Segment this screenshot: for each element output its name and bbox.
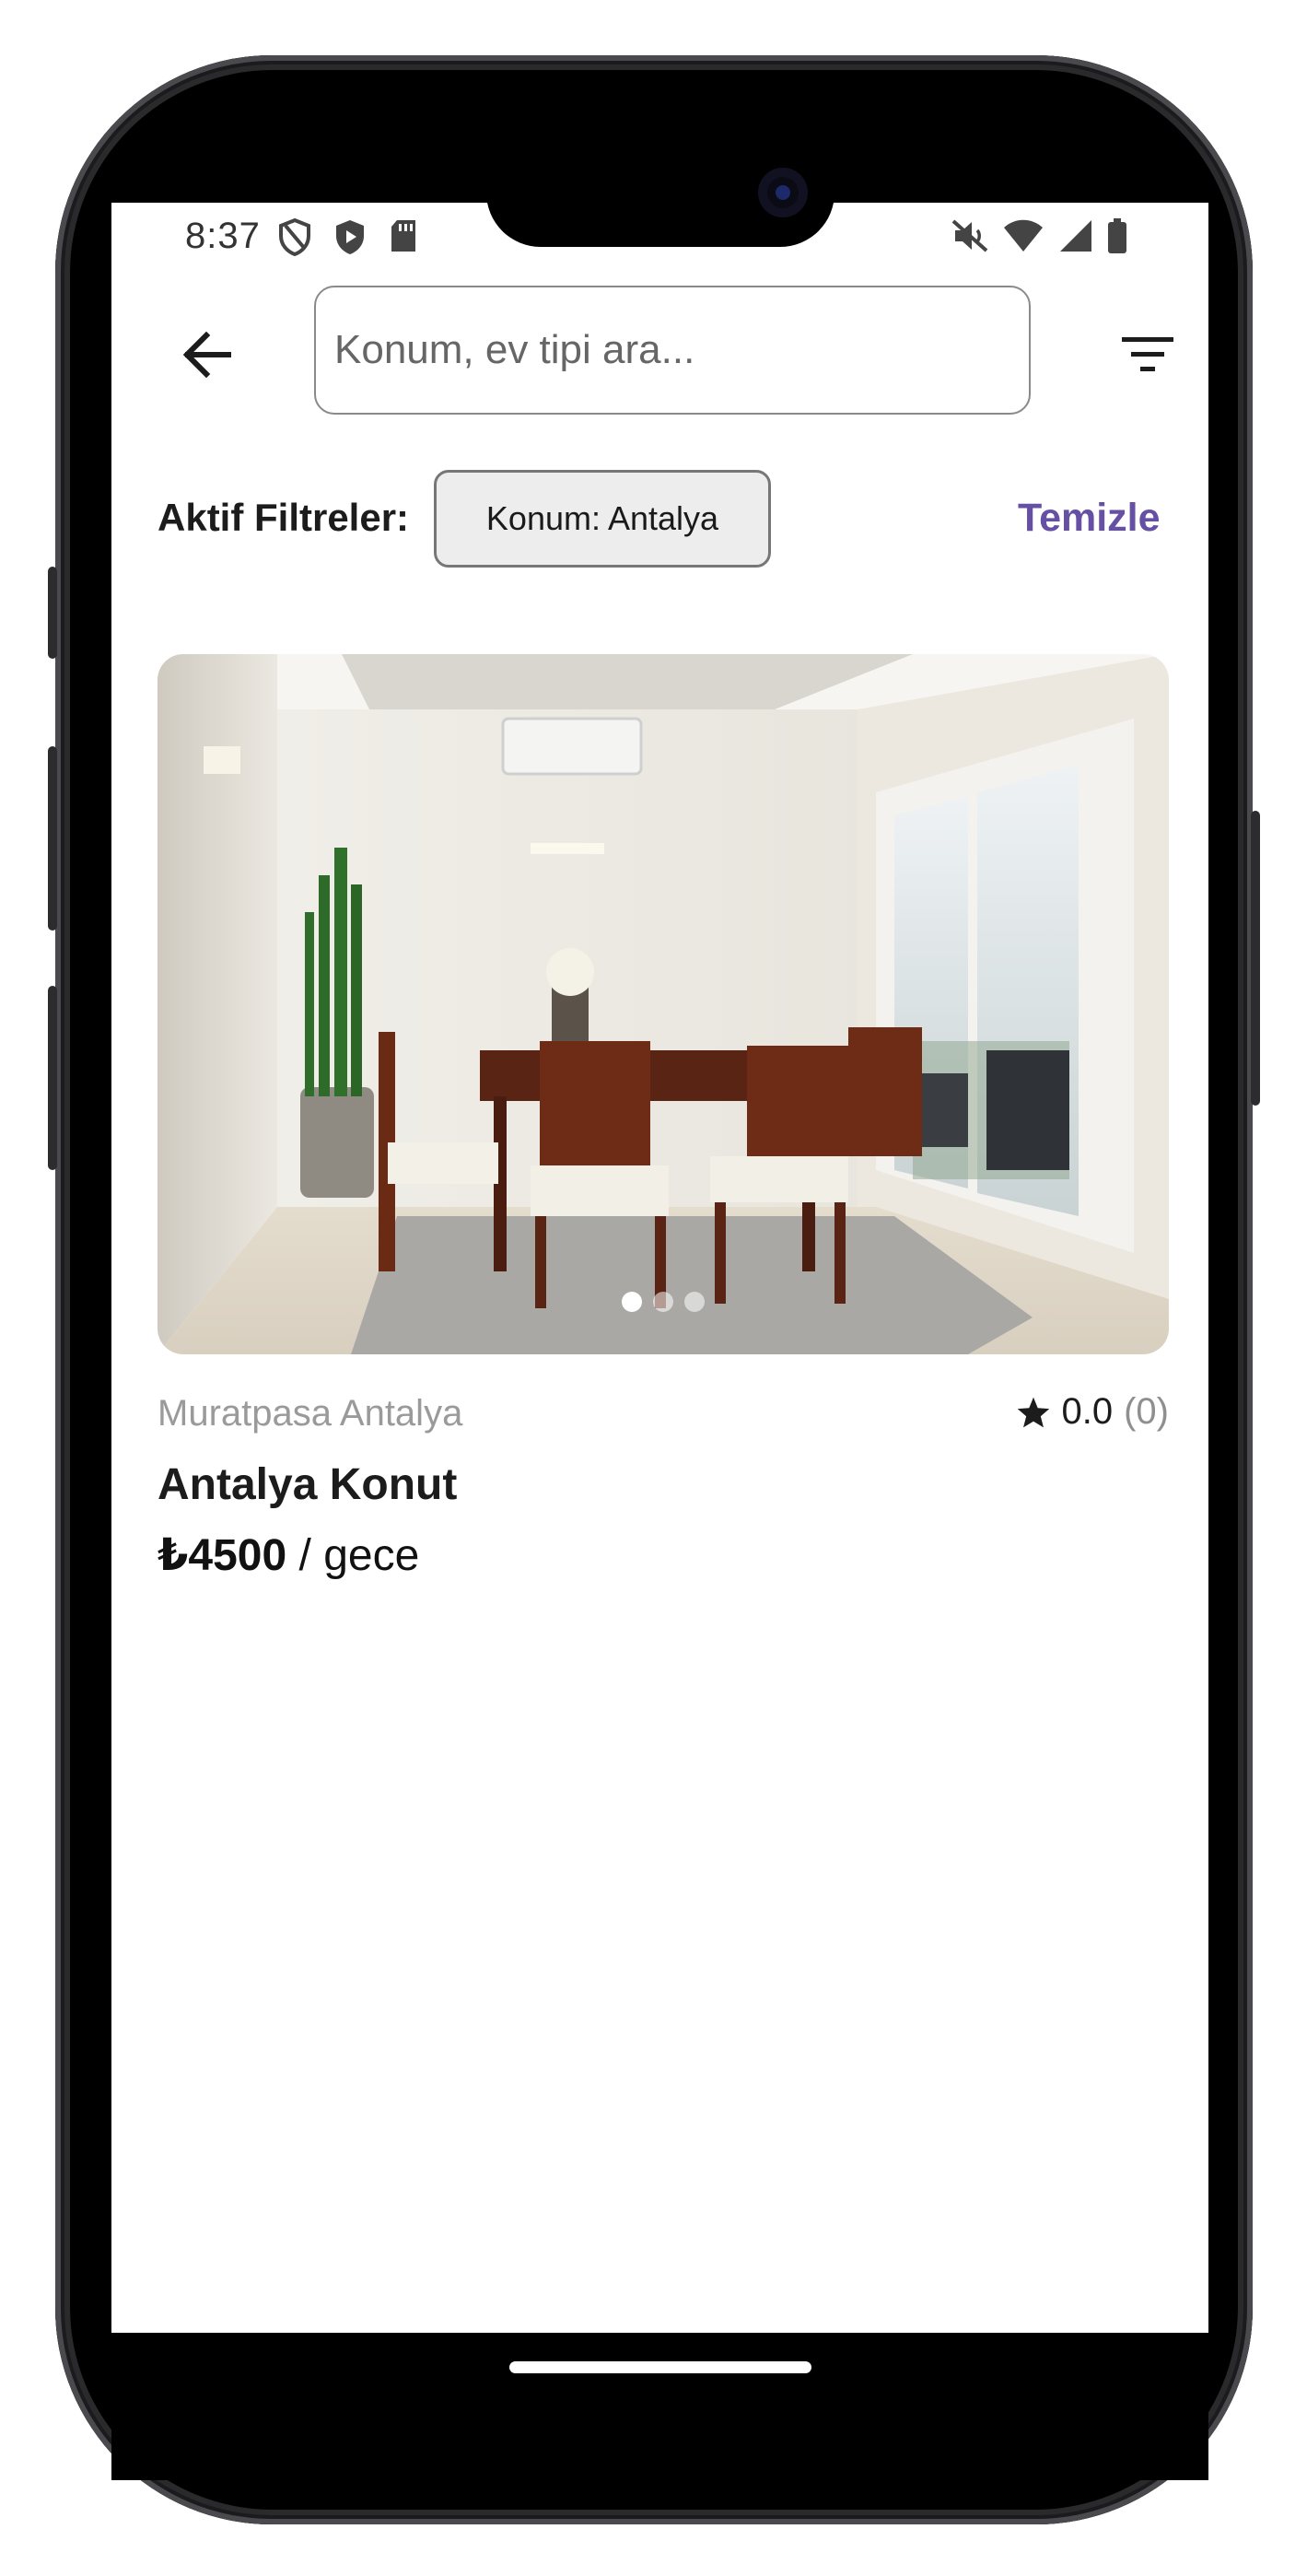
listing-title[interactable]: Antalya Konut <box>158 1459 457 1510</box>
status-icons-left <box>277 217 419 256</box>
wifi-icon <box>1004 219 1043 252</box>
review-count: (0) <box>1124 1391 1169 1432</box>
dynamic-island <box>486 138 834 247</box>
search-field[interactable] <box>314 286 1031 415</box>
filter-button[interactable] <box>1097 304 1198 405</box>
signal-icon <box>1060 220 1091 252</box>
volume-down-button <box>48 986 57 1170</box>
clear-filters-button[interactable]: Temizle <box>1018 496 1161 541</box>
sd-card-icon <box>391 220 415 252</box>
star-icon <box>1017 1397 1049 1427</box>
search-input[interactable] <box>333 326 1029 374</box>
navigation-bar <box>111 2333 1208 2480</box>
home-indicator[interactable] <box>509 2361 811 2373</box>
rating-value: 0.0 <box>1061 1391 1114 1432</box>
battery-icon <box>1108 218 1126 253</box>
price-amount: ₺4500 <box>158 1531 287 1580</box>
listing-rating: 0.0 (0) <box>1016 1391 1169 1433</box>
carousel-dot[interactable] <box>653 1292 673 1312</box>
active-filters-label: Aktif Filtreler: <box>158 496 410 539</box>
listing-image-carousel[interactable] <box>158 654 1169 1354</box>
filter-chip-location[interactable]: Konum: Antalya <box>434 470 771 568</box>
mute-icon <box>951 219 988 252</box>
carousel-dot[interactable] <box>622 1292 642 1312</box>
shield-outline-icon <box>279 217 310 256</box>
listing-photo <box>158 654 1169 1354</box>
listing-location: Muratpasa Antalya <box>158 1393 463 1434</box>
camera-icon <box>758 168 808 217</box>
status-icons-right <box>950 217 1128 254</box>
app-screen: 8:37 Konum, ev tipi ara... Aktif Filtrel… <box>111 203 1208 2333</box>
filter-list-icon <box>1122 337 1173 371</box>
listing-price: ₺4500 / gece <box>158 1529 419 1581</box>
status-time: 8:37 <box>185 216 261 256</box>
power-button <box>1251 811 1260 1106</box>
back-button[interactable] <box>156 304 257 405</box>
shield-play-icon <box>336 220 364 254</box>
volume-up-button <box>48 746 57 931</box>
arrow-left-icon <box>182 331 231 379</box>
carousel-indicator <box>158 1292 1169 1312</box>
carousel-dot[interactable] <box>684 1292 705 1312</box>
price-unit: / gece <box>286 1531 420 1580</box>
action-button <box>48 567 57 659</box>
